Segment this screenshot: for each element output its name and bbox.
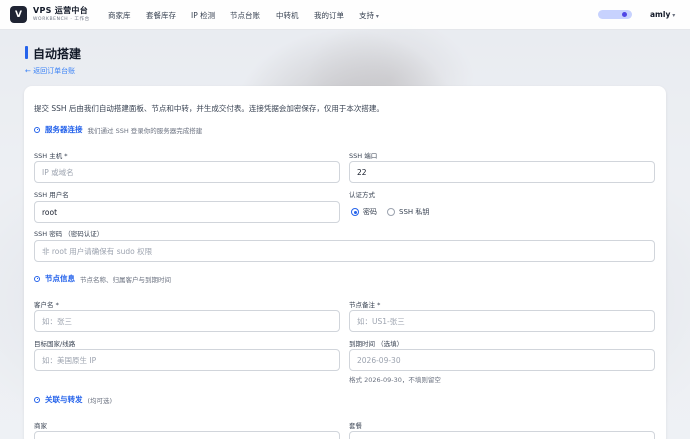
auth-method-label: 认证方式 [349,191,375,199]
auth-password-option[interactable]: 密码 [351,207,377,217]
brand-subtitle: WORKBENCH · 工作台 [33,17,90,22]
ssh-host-input[interactable] [34,161,340,183]
expire-date-label: 到期时间 （选填） [349,340,404,348]
merchant-label: 商家 [34,422,47,430]
section-desc: (均可选) [87,396,113,405]
setup-form-card: 提交 SSH 后由我们自动搭建面板、节点和中转，并生成交付表。连接凭据会加密保存… [24,86,666,439]
region-input[interactable] [34,349,340,371]
ssh-user-label: SSH 用户名 [34,191,69,199]
ssh-user-input[interactable] [34,201,340,223]
auth-private-key-label: SSH 私钥 [399,208,430,216]
radio-unselected-icon [387,208,395,216]
section-relay: 关联与转发 (均可选) [34,394,112,405]
plan-select[interactable] [349,431,655,439]
radio-selected-icon [351,208,359,216]
form-intro: 提交 SSH 后由我们自动搭建面板、节点和中转，并生成交付表。连接凭据会加密保存… [34,104,384,113]
ssh-port-label: SSH 端口 [349,152,378,160]
user-menu[interactable]: amly [650,10,675,19]
nav-merchants[interactable]: 商家库 [108,10,131,21]
page-title: 自动搭建 [33,47,82,61]
title-accent-bar [25,46,28,59]
section-desc: 节点名称、归属客户与到期时间 [80,275,171,284]
node-note-label: 节点备注 * [349,301,381,309]
nav-plan-inventory[interactable]: 套餐库存 [146,10,176,21]
section-title: 服务器连接 [45,125,83,134]
node-note-input[interactable] [349,310,655,332]
plan-label: 套餐 [349,422,362,430]
nav-support[interactable]: 支持 [359,10,379,21]
customer-name-input[interactable] [34,310,340,332]
ssh-password-input[interactable] [34,240,655,262]
nav-relay[interactable]: 中转机 [276,10,299,21]
auth-method-group: 密码 SSH 私钥 [351,207,429,217]
auth-password-label: 密码 [363,208,377,216]
expire-date-input[interactable] [349,349,655,371]
expire-date-hint: 格式 2026-09-30，不填则留空 [349,376,441,384]
back-to-orders-link[interactable]: ← 返回订单台账 [25,66,75,76]
theme-toggle[interactable] [598,10,632,19]
brand-title: VPS 运营中台 [33,6,89,15]
top-navbar: V VPS 运营中台 WORKBENCH · 工作台 商家库 套餐库存 IP 检… [0,0,690,30]
region-label: 目标国家/线路 [34,340,76,348]
ssh-port-input[interactable] [349,161,655,183]
section-title: 关联与转发 [45,395,83,404]
info-circle-icon [34,396,40,403]
info-circle-icon [34,275,40,282]
toggle-knob-icon [622,12,627,17]
nav-my-orders[interactable]: 我的订单 [314,10,344,21]
section-server-connection: 服务器连接 我们通过 SSH 登录你的服务器完成搭建 [34,124,202,135]
ssh-host-label: SSH 主机 * [34,152,68,160]
customer-name-label: 客户名 * [34,301,59,309]
auth-private-key-option[interactable]: SSH 私钥 [387,207,429,217]
section-node-info: 节点信息 节点名称、归属客户与到期时间 [34,273,171,284]
merchant-select[interactable] [34,431,340,439]
nav-node-ledger[interactable]: 节点台账 [230,10,260,21]
section-desc: 我们通过 SSH 登录你的服务器完成搭建 [87,126,203,135]
ssh-password-label: SSH 密码 （密码认证） [34,230,104,238]
nav-ip-check[interactable]: IP 检测 [191,10,215,21]
section-title: 节点信息 [45,274,75,283]
info-circle-icon [34,126,40,133]
app-logo[interactable]: V [10,6,27,23]
